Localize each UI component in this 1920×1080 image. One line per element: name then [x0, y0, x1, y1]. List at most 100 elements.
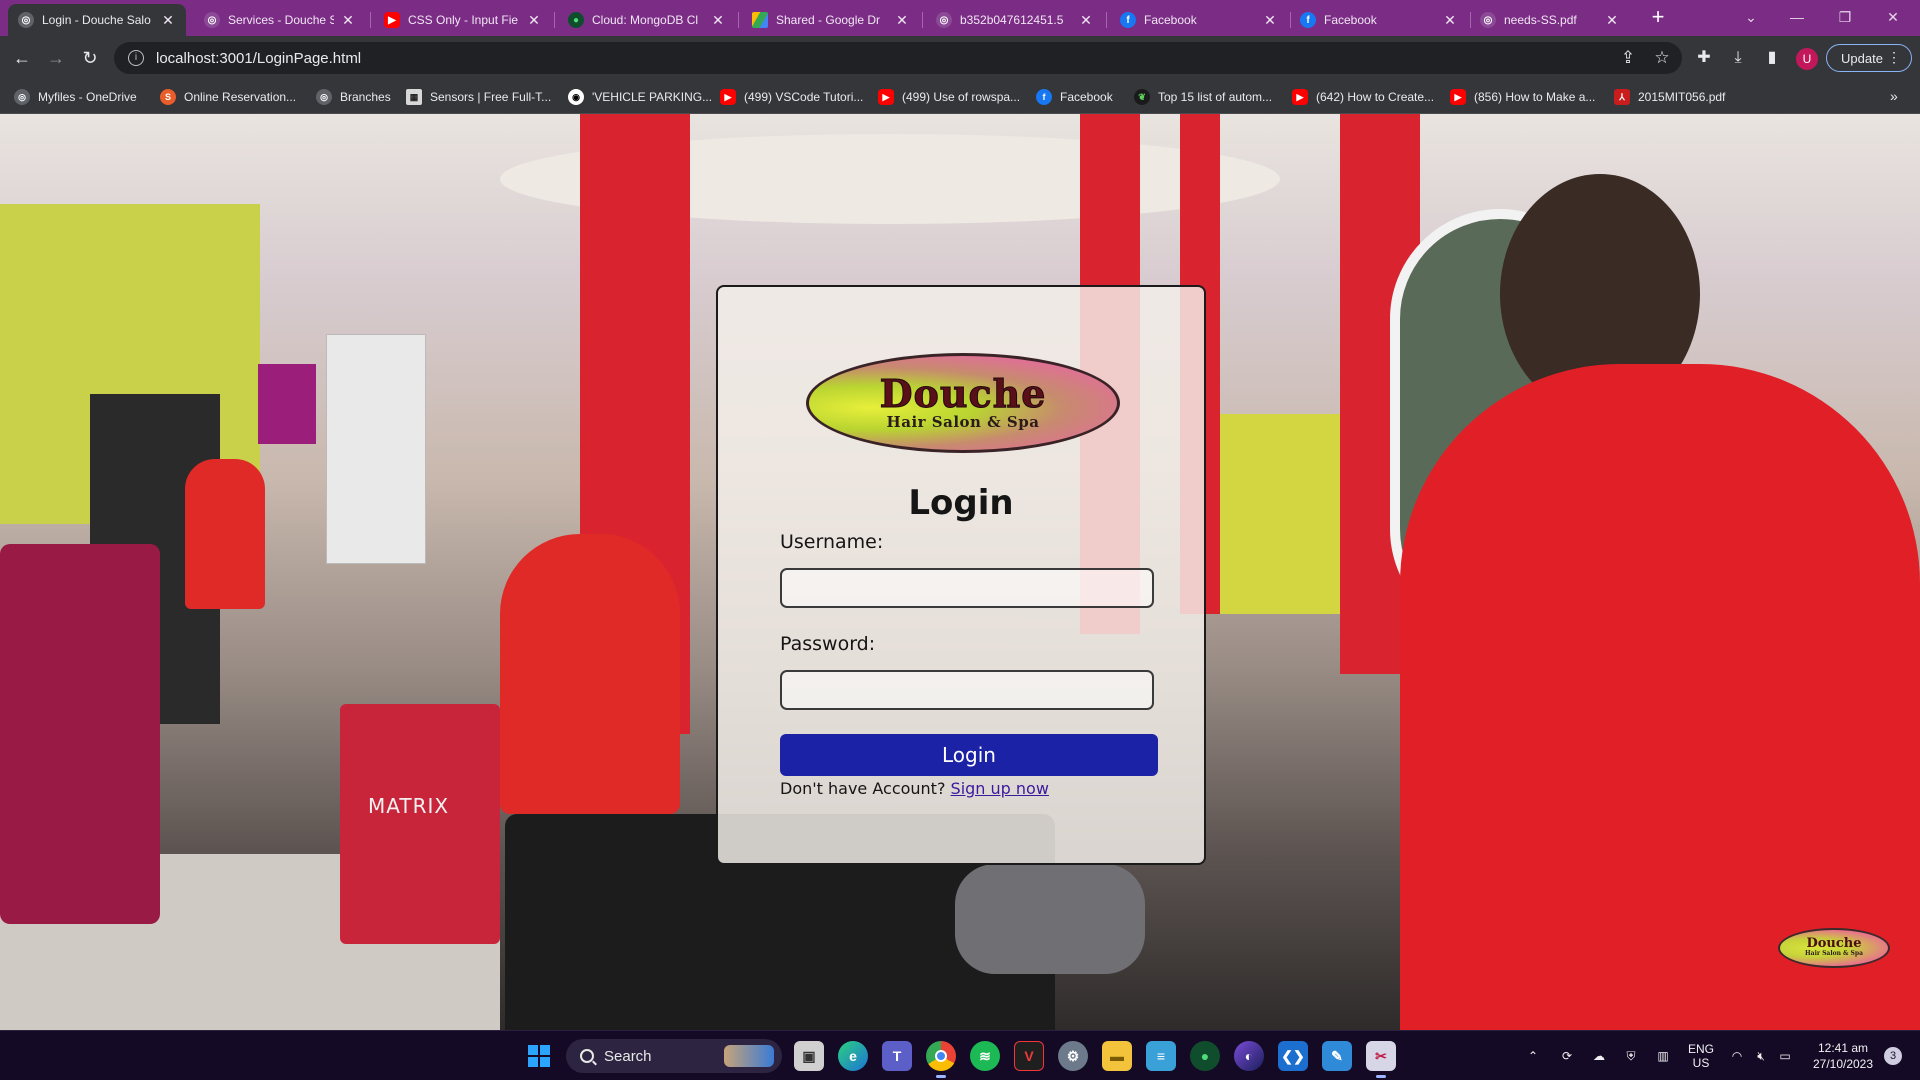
background-stylist: [185, 459, 265, 609]
share-icon[interactable]: ⇪: [1614, 44, 1642, 72]
menu-dots-icon[interactable]: ⋮: [1887, 49, 1901, 66]
corner-logo: Douche Hair Salon & Spa: [1778, 928, 1890, 968]
background-counter: [0, 544, 160, 924]
close-icon[interactable]: ✕: [526, 12, 542, 29]
spotify-icon[interactable]: ≋: [970, 1041, 1000, 1071]
tab-title: b352b047612451.5: [960, 13, 1064, 27]
tab-css-input[interactable]: ▶ CSS Only - Input Fie ✕: [374, 4, 552, 36]
profile-avatar[interactable]: U: [1796, 48, 1818, 70]
bookmark-vehicle-parking[interactable]: ◉ 'VEHICLE PARKING...: [568, 88, 712, 106]
notification-badge[interactable]: 3: [1884, 1047, 1902, 1065]
chrome-icon[interactable]: [926, 1041, 956, 1078]
globe-icon: ◎: [14, 89, 30, 105]
vscode-icon[interactable]: ❮❯: [1278, 1041, 1308, 1071]
clock-time: 12:41 am: [1817, 1041, 1869, 1055]
resource-monitor-icon[interactable]: ▥: [1652, 1031, 1674, 1080]
battery-icon[interactable]: ▭: [1774, 1031, 1796, 1080]
settings-icon[interactable]: ⚙: [1058, 1041, 1088, 1071]
teams-icon[interactable]: T: [882, 1041, 912, 1071]
update-button[interactable]: Update ⋮: [1826, 44, 1912, 72]
task-view-icon[interactable]: ▣: [794, 1041, 824, 1071]
close-icon[interactable]: ✕: [1442, 12, 1458, 29]
bookmark-label: 'VEHICLE PARKING...: [592, 90, 713, 104]
firefox-icon[interactable]: ◐: [1234, 1041, 1264, 1071]
pdf-icon: ⅄: [1614, 89, 1630, 105]
tab-mongodb[interactable]: ● Cloud: MongoDB Cl ✕: [558, 4, 736, 36]
username-input[interactable]: [780, 568, 1154, 608]
bookmark-vscode-tutorial[interactable]: ▶ (499) VSCode Tutori...: [720, 88, 863, 106]
download-icon[interactable]: ⤓: [1724, 44, 1752, 72]
github-icon: ◉: [568, 89, 584, 105]
tab-services[interactable]: ◎ Services - Douche S ✕: [194, 4, 366, 36]
tab-separator: [554, 12, 555, 28]
taskbar-search[interactable]: Search: [566, 1039, 782, 1073]
close-icon[interactable]: ✕: [160, 12, 176, 29]
defender-shield-icon[interactable]: ⛨: [1620, 1031, 1642, 1080]
tab-title: CSS Only - Input Fie: [408, 13, 519, 27]
close-icon[interactable]: ✕: [1604, 12, 1620, 29]
snipping-tool-icon[interactable]: ✂: [1366, 1041, 1396, 1078]
onedrive-cloud-icon[interactable]: ☁: [1588, 1031, 1610, 1080]
paint-icon[interactable]: ✎: [1322, 1041, 1352, 1071]
bookmark-pdf[interactable]: ⅄ 2015MIT056.pdf: [1614, 88, 1725, 106]
bookmark-online-reservation[interactable]: S Online Reservation...: [160, 88, 296, 106]
tab-search-chevron-icon[interactable]: ⌄: [1728, 0, 1774, 36]
bookmark-how-to-make[interactable]: ▶ (856) How to Make a...: [1450, 88, 1595, 106]
search-icon: [580, 1049, 594, 1063]
reload-icon[interactable]: ↻: [76, 44, 104, 72]
forward-arrow-icon[interactable]: →: [42, 44, 70, 72]
bookmark-facebook[interactable]: f Facebook: [1036, 88, 1113, 106]
login-button[interactable]: Login: [780, 734, 1158, 776]
tab-separator: [922, 12, 923, 28]
info-icon[interactable]: i: [128, 50, 144, 66]
bookmark-how-to-create[interactable]: ▶ (642) How to Create...: [1292, 88, 1434, 106]
bookmark-branches[interactable]: ◎ Branches: [316, 88, 391, 106]
bookmark-onedrive[interactable]: ◎ Myfiles - OneDrive: [14, 88, 137, 106]
close-icon[interactable]: ✕: [894, 12, 910, 29]
address-bar[interactable]: i localhost:3001/LoginPage.html: [114, 42, 1682, 74]
language-region: US: [1692, 1056, 1710, 1070]
tab-facebook-1[interactable]: f Facebook ✕: [1110, 4, 1288, 36]
tab-google-drive[interactable]: Shared - Google Dr ✕: [742, 4, 920, 36]
bookmark-sensors[interactable]: ▦ Sensors | Free Full-T...: [406, 88, 551, 106]
tab-login[interactable]: ◎ Login - Douche Salo ✕: [8, 4, 186, 36]
tab-needs-pdf[interactable]: ◎ needs-SS.pdf ✕: [1470, 4, 1630, 36]
tab-separator: [738, 12, 739, 28]
bookmark-top-15[interactable]: ❦ Top 15 list of autom...: [1134, 88, 1272, 106]
url-text[interactable]: localhost:3001/LoginPage.html: [156, 50, 361, 67]
signup-link[interactable]: Sign up now: [951, 779, 1049, 798]
restore-button[interactable]: ❐: [1822, 0, 1868, 36]
edge-icon[interactable]: e: [838, 1041, 868, 1071]
bookmark-star-icon[interactable]: ☆: [1648, 44, 1676, 72]
globe-icon: ◎: [316, 89, 332, 105]
back-arrow-icon[interactable]: ←: [8, 44, 36, 72]
bookmarks-overflow-icon[interactable]: »: [1890, 88, 1898, 104]
side-panel-icon[interactable]: ▮: [1758, 44, 1786, 72]
close-window-button[interactable]: ✕: [1870, 0, 1916, 36]
extensions-puzzle-icon[interactable]: ✚: [1690, 44, 1718, 72]
wifi-icon[interactable]: ◠: [1726, 1031, 1748, 1080]
windows-start-icon[interactable]: [528, 1045, 550, 1067]
close-icon[interactable]: ✕: [1262, 12, 1278, 29]
corner-logo-subtitle: Hair Salon & Spa: [1805, 950, 1863, 957]
sync-icon[interactable]: ⟳: [1556, 1031, 1578, 1080]
vivaldi-icon[interactable]: V: [1014, 1041, 1044, 1071]
close-icon[interactable]: ✕: [1078, 12, 1094, 29]
password-input[interactable]: [780, 670, 1154, 710]
minimize-button[interactable]: —: [1774, 0, 1820, 36]
tab-image[interactable]: ◎ b352b047612451.5 ✕: [926, 4, 1104, 36]
tab-facebook-2[interactable]: f Facebook ✕: [1290, 4, 1468, 36]
speaker-muted-icon[interactable]: 🔇︎: [1750, 1031, 1772, 1080]
close-icon[interactable]: ✕: [710, 12, 726, 29]
system-clock[interactable]: 12:41 am 27/10/2023: [1808, 1040, 1878, 1072]
notepad-icon[interactable]: ≡: [1146, 1041, 1176, 1071]
language-indicator[interactable]: ENG US: [1684, 1031, 1718, 1080]
mongodb-compass-icon[interactable]: ●: [1190, 1041, 1220, 1071]
new-tab-button[interactable]: +: [1644, 6, 1672, 30]
bookmark-rowspan[interactable]: ▶ (499) Use of rowspa...: [878, 88, 1020, 106]
tab-title: Facebook: [1324, 13, 1377, 27]
bookmark-label: Top 15 list of autom...: [1158, 90, 1273, 104]
close-icon[interactable]: ✕: [340, 12, 356, 29]
folder-icon[interactable]: ▬: [1102, 1041, 1132, 1071]
tray-overflow-chevron-icon[interactable]: ⌃: [1524, 1031, 1542, 1080]
